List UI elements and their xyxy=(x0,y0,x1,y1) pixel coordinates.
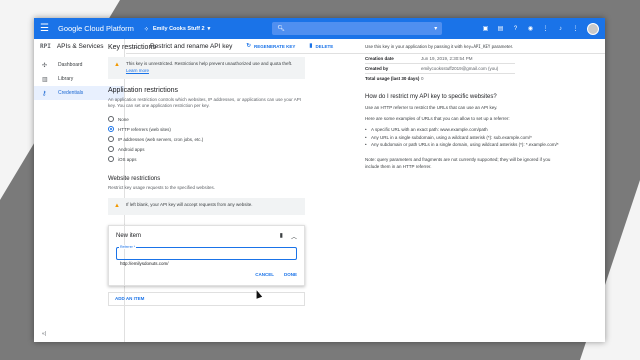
key-restrictions-heading: Key restrictions xyxy=(108,44,156,51)
new-item-title: New item xyxy=(116,233,142,240)
hamburger-icon[interactable]: ☰ xyxy=(40,23,54,34)
radio-label: Android apps xyxy=(118,146,145,152)
more-vert-icon[interactable]: ⋮ xyxy=(542,25,549,32)
radio-label: iOS apps xyxy=(118,156,137,162)
key-icon: ⚷ xyxy=(42,90,47,97)
radio-android-apps[interactable]: Android apps xyxy=(108,144,305,154)
brand-title[interactable]: Google Cloud Platform xyxy=(58,24,134,33)
delete-label: DELETE xyxy=(315,43,334,49)
warning-icon: ▲ xyxy=(114,62,120,68)
table-row: Creation date Jun 19, 2019, 2:30:54 PM xyxy=(365,53,515,63)
chat-icon[interactable]: ◉ xyxy=(527,25,534,32)
new-item-card: New item ▮ ︿ Referrer * CANCEL DONE xyxy=(108,224,305,286)
radio-button-selected[interactable] xyxy=(108,126,114,132)
search-icon: 🔍︎ xyxy=(277,26,285,32)
list-item: A specific URL with an exact path: www.e… xyxy=(365,126,565,133)
radio-http-referrers[interactable]: HTTP referrers (web sites) xyxy=(108,124,305,134)
done-button[interactable]: DONE xyxy=(284,272,297,277)
help-paragraph: Here are some examples of URLs that you … xyxy=(365,116,510,122)
main-content: Key restrictions ▲ This key is unrestric… xyxy=(108,44,305,306)
sidebar-title: APIs & Services xyxy=(56,43,104,50)
learn-more-link[interactable]: Learn more xyxy=(126,68,149,73)
chevron-up-icon[interactable]: ︿ xyxy=(291,232,297,241)
radio-button[interactable] xyxy=(108,156,114,162)
bell-icon[interactable]: ♪ xyxy=(557,25,564,32)
usage-intro: Use this key in your application by pass… xyxy=(365,44,514,49)
website-restrictions-heading: Website restrictions xyxy=(108,176,161,182)
help-note: Note: query parameters and fragments are… xyxy=(365,156,551,170)
add-item-button[interactable]: ADD AN ITEM xyxy=(108,291,305,306)
unrestricted-warning: ▲ This key is unrestricted. Restrictions… xyxy=(108,57,305,79)
sidebar-item-label: Credentials xyxy=(58,90,84,96)
example-list: A specific URL with an exact path: www.e… xyxy=(365,126,565,148)
list-item: Any URL in a single subdomain, using a w… xyxy=(365,134,565,141)
gift-icon[interactable]: ▣ xyxy=(482,25,489,32)
table-row: Total usage (last 30 days) 0 xyxy=(365,73,515,83)
blank-warning-text: If left blank, your API key will accept … xyxy=(125,201,253,207)
project-name: Emily Cooks Stuff 2 xyxy=(152,25,205,32)
cancel-button[interactable]: CANCEL xyxy=(255,272,274,277)
table-row: Created by emilycooksstuff2019@gmail.com … xyxy=(365,63,515,73)
library-icon: ▥ xyxy=(42,76,48,83)
avatar[interactable] xyxy=(587,22,599,35)
application-restrictions-desc: An application restriction controls whic… xyxy=(108,96,302,109)
delete-button[interactable]: ▮ DELETE xyxy=(309,43,333,49)
application-restrictions-section: Application restrictions An application … xyxy=(108,87,305,165)
radio-label: IP addresses (web servers, cron jobs, et… xyxy=(118,136,204,142)
collapse-sidebar-icon[interactable]: «| xyxy=(42,331,46,337)
radio-button[interactable] xyxy=(108,146,114,152)
website-restrictions-section: Website restrictions Restrict key usage … xyxy=(108,176,305,215)
terminal-icon[interactable]: ▤ xyxy=(497,25,504,32)
radio-ios-apps[interactable]: iOS apps xyxy=(108,154,305,164)
radio-button[interactable] xyxy=(108,136,114,142)
project-selector[interactable]: ⁘ Emily Cooks Stuff 2 ▾ xyxy=(143,25,211,33)
dashboard-icon: ✣ xyxy=(42,62,48,69)
chevron-down-icon[interactable]: ▾ xyxy=(434,25,437,32)
list-item: Any subdomain or path URLs in a single d… xyxy=(365,141,565,148)
application-restrictions-heading: Application restrictions xyxy=(108,86,179,94)
restriction-radio-group: None HTTP referrers (web sites) IP addre… xyxy=(108,114,305,164)
referrer-field[interactable]: Referrer * xyxy=(116,244,297,266)
website-restrictions-desc: Restrict key usage requests to the speci… xyxy=(108,185,216,190)
radio-none[interactable]: None xyxy=(108,114,305,124)
referrer-field-label: Referrer * xyxy=(119,244,137,249)
radio-label: HTTP referrers (web sites) xyxy=(118,126,171,132)
warning-icon: ▲ xyxy=(114,202,120,209)
info-panel: Use this key in your application by pass… xyxy=(365,44,565,170)
chevron-down-icon: ▾ xyxy=(207,25,211,32)
api-key-param: key=API_KEY xyxy=(463,44,491,49)
api-icon: RPI xyxy=(40,43,51,50)
key-metadata-table: Creation date Jun 19, 2019, 2:30:54 PM Cr… xyxy=(365,53,515,83)
help-heading: How do I restrict my API key to specific… xyxy=(365,94,497,100)
sidebar-item-label: Library xyxy=(58,76,74,82)
top-app-bar: ☰ Google Cloud Platform ⁘ Emily Cooks St… xyxy=(34,18,605,39)
blank-warning: ▲ If left blank, your API key will accep… xyxy=(108,197,305,215)
radio-label: None xyxy=(118,116,129,122)
trash-icon[interactable]: ▮ xyxy=(280,232,283,241)
referrer-input[interactable] xyxy=(120,260,293,266)
help-icon[interactable]: ? xyxy=(512,25,519,32)
unrestricted-warning-text: This key is unrestricted. Restrictions h… xyxy=(125,61,293,73)
topbar-icons: ▣ ▤ ? ◉ ⋮ ♪ ⋮ xyxy=(482,22,599,35)
trash-icon: ▮ xyxy=(309,43,313,49)
project-icon: ⁘ xyxy=(143,26,149,33)
help-paragraph: Use an HTTP referrer to restrict the URL… xyxy=(365,105,498,110)
kebab-icon[interactable]: ⋮ xyxy=(572,25,579,32)
sidebar-item-label: Dashboard xyxy=(58,62,83,68)
radio-button[interactable] xyxy=(108,116,114,122)
search-input[interactable]: 🔍︎ ▾ xyxy=(272,22,443,35)
radio-ip-addresses[interactable]: IP addresses (web servers, cron jobs, et… xyxy=(108,134,305,144)
